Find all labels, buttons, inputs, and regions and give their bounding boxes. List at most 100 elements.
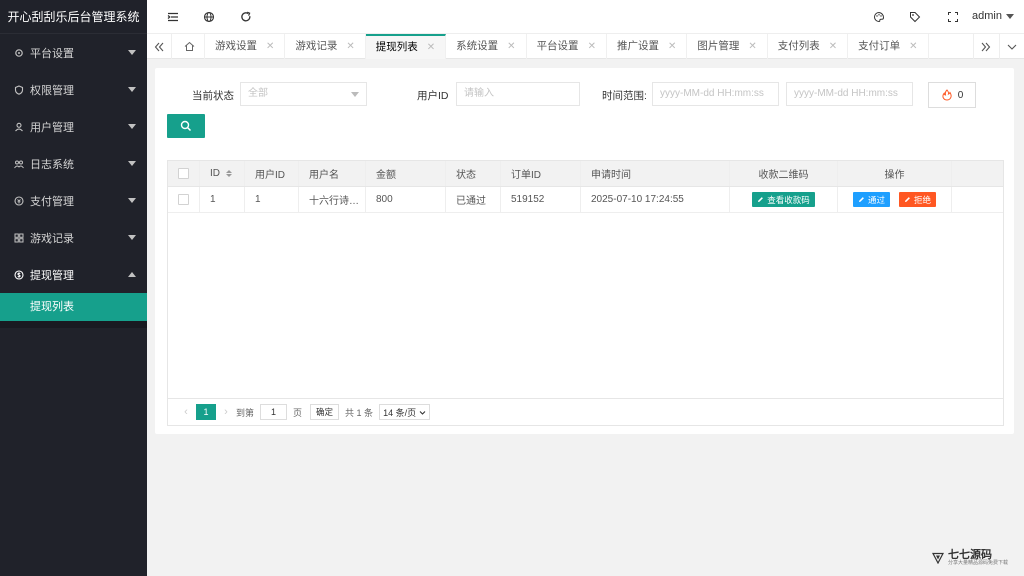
time-start-input[interactable]: yyyy-MM-dd HH:mm:ss: [652, 82, 779, 106]
next-page-icon[interactable]: ›: [216, 406, 236, 418]
tag-icon[interactable]: [909, 11, 921, 23]
close-icon[interactable]: ✕: [346, 34, 354, 59]
top-header: admin: [147, 0, 1024, 34]
chevron-down-icon: [128, 161, 136, 166]
col-id[interactable]: ID: [200, 161, 245, 186]
sidebar-item-label: 提现管理: [30, 269, 74, 282]
page-size-select[interactable]: 14 条/页: [379, 404, 431, 420]
select-all-cell: [168, 161, 200, 186]
edit-icon: [758, 197, 764, 202]
cell-status: 已通过: [446, 187, 501, 212]
chevron-down-icon: [128, 50, 136, 55]
cell-amount: 800: [366, 187, 446, 212]
tabs-menu-chevron-down-icon[interactable]: [999, 34, 1024, 59]
userid-input[interactable]: 请输入: [456, 82, 580, 106]
select-all-checkbox[interactable]: [178, 168, 189, 179]
time-end-input[interactable]: yyyy-MM-dd HH:mm:ss: [786, 82, 913, 106]
current-page[interactable]: 1: [196, 404, 216, 420]
close-icon[interactable]: ✕: [829, 34, 837, 59]
sidebar-item-logs[interactable]: 日志系统: [0, 145, 147, 182]
sidebar-item-label: 支付管理: [30, 195, 74, 208]
caret-down-icon: [1006, 13, 1014, 19]
col-qrcode: 收款二维码: [730, 161, 838, 186]
sidebar-item-game-records[interactable]: 游戏记录: [0, 219, 147, 256]
tab-platform-settings[interactable]: 平台设置 ✕: [527, 34, 607, 59]
goto-confirm-button[interactable]: 确定: [310, 404, 340, 420]
fire-counter-button[interactable]: 0: [928, 82, 976, 108]
goto-label: 到第: [236, 407, 255, 418]
approve-button[interactable]: 通过: [852, 192, 890, 207]
tab-label: 图片管理: [697, 40, 740, 52]
chevron-down-icon: [351, 92, 359, 97]
globe-icon[interactable]: [203, 11, 215, 23]
status-filter-label: 当前状态: [192, 90, 234, 102]
status-select[interactable]: 全部: [240, 82, 367, 106]
sidebar-item-label: 用户管理: [30, 121, 74, 134]
userid-placeholder: 请输入: [464, 88, 494, 99]
close-icon[interactable]: ✕: [909, 34, 917, 59]
tab-promo-settings[interactable]: 推广设置 ✕: [607, 34, 688, 59]
chevron-down-icon: [419, 410, 426, 415]
sort-icon[interactable]: [226, 170, 232, 177]
col-header-label: 用户名: [309, 170, 339, 181]
tab-label: 提现列表: [375, 41, 418, 53]
close-icon[interactable]: ✕: [266, 34, 274, 59]
table-row: 1 1 十六行诗… 800 已通过 519152 2025-07-10 17:2…: [168, 187, 1003, 213]
chevron-down-icon: [128, 198, 136, 203]
page-size-value: 14 条/页: [383, 407, 417, 418]
sidebar-item-users[interactable]: 用户管理: [0, 108, 147, 145]
refresh-icon[interactable]: [240, 11, 252, 23]
col-header-label: 申请时间: [591, 170, 631, 181]
tab-game-settings[interactable]: 游戏设置 ✕: [205, 34, 286, 59]
row-checkbox[interactable]: [178, 194, 189, 205]
menu-toggle-icon[interactable]: [167, 11, 179, 23]
chevron-down-icon: [128, 235, 136, 240]
sidebar-item-withdrawals[interactable]: 提现管理: [0, 256, 147, 293]
tab-label: 支付订单: [858, 40, 901, 52]
time-start-placeholder: yyyy-MM-dd HH:mm:ss: [660, 88, 764, 99]
watermark-subtitle: 分享大量精品源码免费下载: [947, 560, 1008, 566]
col-amount: 金额: [366, 161, 446, 186]
row-select-cell: [168, 187, 200, 212]
tabs-scroll-right-icon[interactable]: [973, 34, 998, 59]
sidebar-item-permissions[interactable]: 权限管理: [0, 71, 147, 108]
tab-system-settings[interactable]: 系统设置 ✕: [446, 34, 527, 59]
tab-payment-list[interactable]: 支付列表 ✕: [768, 34, 849, 59]
time-end-placeholder: yyyy-MM-dd HH:mm:ss: [794, 88, 898, 99]
coin-icon: [14, 195, 24, 206]
reject-button[interactable]: 拒绝: [899, 192, 937, 207]
sidebar: 开心刮刮乐后台管理系统 平台设置 权限管理 用户管理 日志系统 支付管理 游戏记…: [0, 0, 147, 576]
tab-withdraw-list[interactable]: 提现列表 ✕: [365, 34, 447, 60]
view-qrcode-button[interactable]: 查看收款码: [752, 192, 815, 207]
search-button[interactable]: [167, 114, 205, 138]
prev-page-icon[interactable]: ‹: [176, 406, 196, 418]
fire-count: 0: [957, 89, 964, 101]
goto-page-input[interactable]: 1: [260, 404, 288, 420]
close-icon[interactable]: ✕: [507, 34, 515, 59]
col-username: 用户名: [299, 161, 366, 186]
submenu: 提现列表: [0, 293, 147, 328]
sidebar-item-payments[interactable]: 支付管理: [0, 182, 147, 219]
col-user-id: 用户ID: [245, 161, 299, 186]
status-select-value: 全部: [248, 88, 268, 99]
close-icon[interactable]: ✕: [668, 34, 676, 59]
pagination: ‹ 1 › 到第 1 页 确定 共 1 条 14 条/页: [168, 398, 1003, 425]
tab-payment-orders[interactable]: 支付订单 ✕: [848, 34, 929, 59]
tab-label: 推广设置: [616, 40, 659, 52]
edit-icon: [905, 197, 910, 202]
tab-home[interactable]: [175, 34, 205, 59]
sidebar-subitem-withdraw-list[interactable]: 提现列表: [0, 293, 147, 321]
userid-filter-label: 用户ID: [417, 90, 449, 102]
tab-game-records[interactable]: 游戏记录 ✕: [285, 34, 366, 59]
view-qrcode-label: 查看收款码: [767, 194, 810, 205]
sidebar-item-platform-settings[interactable]: 平台设置: [0, 34, 147, 71]
close-icon[interactable]: ✕: [588, 34, 596, 59]
theme-palette-icon[interactable]: [873, 11, 885, 23]
close-icon[interactable]: ✕: [427, 35, 435, 60]
fullscreen-icon[interactable]: [947, 11, 959, 23]
tabs-scroll-left-icon[interactable]: [147, 34, 172, 59]
tab-image-manage[interactable]: 图片管理 ✕: [687, 34, 768, 59]
tab-bar: 游戏设置 ✕ 游戏记录 ✕ 提现列表 ✕ 系统设置 ✕ 平台设置 ✕ 推广设置 ✕ 图片管理…: [147, 34, 1024, 59]
user-menu[interactable]: admin: [972, 10, 1014, 22]
close-icon[interactable]: ✕: [748, 34, 756, 59]
